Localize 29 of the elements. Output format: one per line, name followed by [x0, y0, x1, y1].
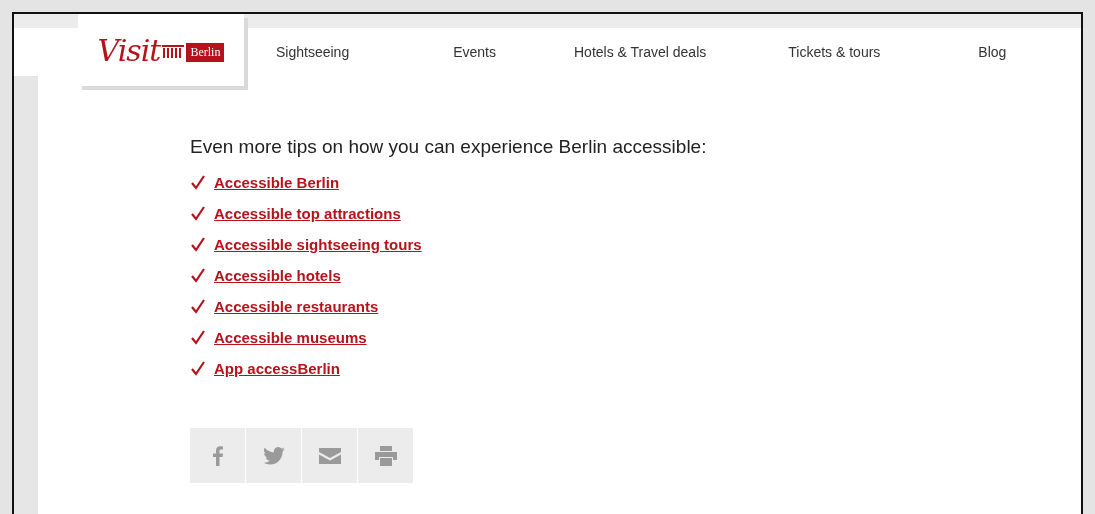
tip-link[interactable]: Accessible hotels — [214, 266, 341, 284]
checkmark-icon — [190, 236, 206, 252]
share-button[interactable] — [358, 428, 413, 483]
checkmark-icon — [190, 329, 206, 345]
nav-link[interactable]: Blog — [978, 44, 1007, 60]
mail-icon — [318, 447, 341, 464]
nav-link[interactable]: Events — [453, 44, 496, 60]
share-button[interactable] — [190, 428, 245, 483]
facebook-icon — [212, 445, 223, 466]
bird-icon — [262, 446, 285, 465]
checkmark-icon — [190, 174, 206, 190]
printer-icon — [374, 445, 397, 466]
checkmark-icon — [190, 267, 206, 283]
tip-link[interactable]: Accessible museums — [214, 328, 367, 346]
gate-icon — [162, 42, 185, 58]
checkmark-icon — [190, 205, 206, 221]
share-button[interactable] — [302, 428, 357, 483]
tip-link[interactable]: Accessible restaurants — [214, 297, 379, 315]
tip-link[interactable]: Accessible sightseeing tours — [214, 235, 422, 253]
nav-link[interactable]: Sightseeing — [276, 44, 350, 60]
nav-link[interactable]: Hotels & Travel deals — [574, 44, 707, 60]
checkmark-icon — [190, 360, 206, 376]
section-heading: Even more tips on how you can experience Berlin accessible: — [190, 136, 707, 158]
nav-link[interactable]: Tickets & tours — [788, 44, 881, 60]
tip-link[interactable]: Accessible Berlin — [214, 173, 340, 191]
share-button[interactable] — [246, 428, 301, 483]
checkmark-icon — [190, 298, 206, 314]
tip-link[interactable]: Accessible top attractions — [214, 204, 401, 222]
tip-link[interactable]: App accessBerlin — [214, 359, 340, 377]
